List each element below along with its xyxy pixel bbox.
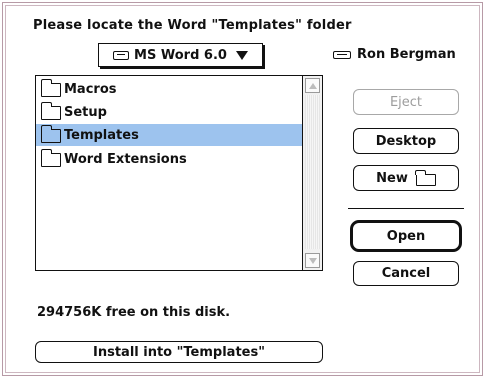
- folder-icon: [40, 125, 61, 143]
- scroll-up-arrow-icon[interactable]: [305, 78, 320, 93]
- folder-list[interactable]: Macros Setup Templates Word Extensions: [35, 75, 323, 271]
- folder-list-items: Macros Setup Templates Word Extensions: [36, 76, 302, 270]
- new-folder-label: New: [376, 170, 408, 186]
- volume-popup-menu[interactable]: MS Word 6.0: [98, 43, 263, 67]
- volume-popup-label: MS Word 6.0: [134, 47, 227, 63]
- list-item-macros[interactable]: Macros: [36, 78, 302, 100]
- scroll-track[interactable]: [305, 95, 320, 249]
- folder-icon: [40, 149, 61, 167]
- popup-arrow-icon: [235, 50, 248, 60]
- open-button[interactable]: Open: [350, 220, 462, 252]
- eject-button[interactable]: Eject: [353, 89, 459, 115]
- cancel-button[interactable]: Cancel: [353, 261, 459, 286]
- list-item-templates[interactable]: Templates: [36, 124, 302, 146]
- folder-icon: [40, 102, 61, 120]
- button-divider: [348, 208, 464, 209]
- user-volume-label: Ron Bergman: [333, 47, 456, 62]
- folder-icon: [40, 79, 61, 97]
- folder-icon: [415, 169, 436, 186]
- disk-free-space: 294756K free on this disk.: [37, 305, 231, 320]
- list-item-word-extensions[interactable]: Word Extensions: [36, 148, 302, 170]
- new-folder-button[interactable]: New: [353, 165, 459, 191]
- install-button[interactable]: Install into "Templates": [35, 341, 323, 363]
- disk-icon: [113, 50, 130, 60]
- list-item-label: Templates: [64, 127, 139, 143]
- locate-folder-dialog: Please locate the Word "Templates" folde…: [2, 2, 483, 376]
- desktop-button[interactable]: Desktop: [353, 128, 459, 154]
- list-item-label: Word Extensions: [64, 151, 187, 167]
- scroll-down-arrow-icon[interactable]: [305, 253, 320, 268]
- list-item-setup[interactable]: Setup: [36, 101, 302, 123]
- list-item-label: Macros: [64, 81, 117, 97]
- list-scrollbar[interactable]: [302, 76, 322, 270]
- user-name: Ron Bergman: [357, 47, 456, 62]
- disk-icon: [333, 50, 351, 59]
- list-item-label: Setup: [64, 104, 107, 120]
- dialog-prompt: Please locate the Word "Templates" folde…: [33, 18, 352, 33]
